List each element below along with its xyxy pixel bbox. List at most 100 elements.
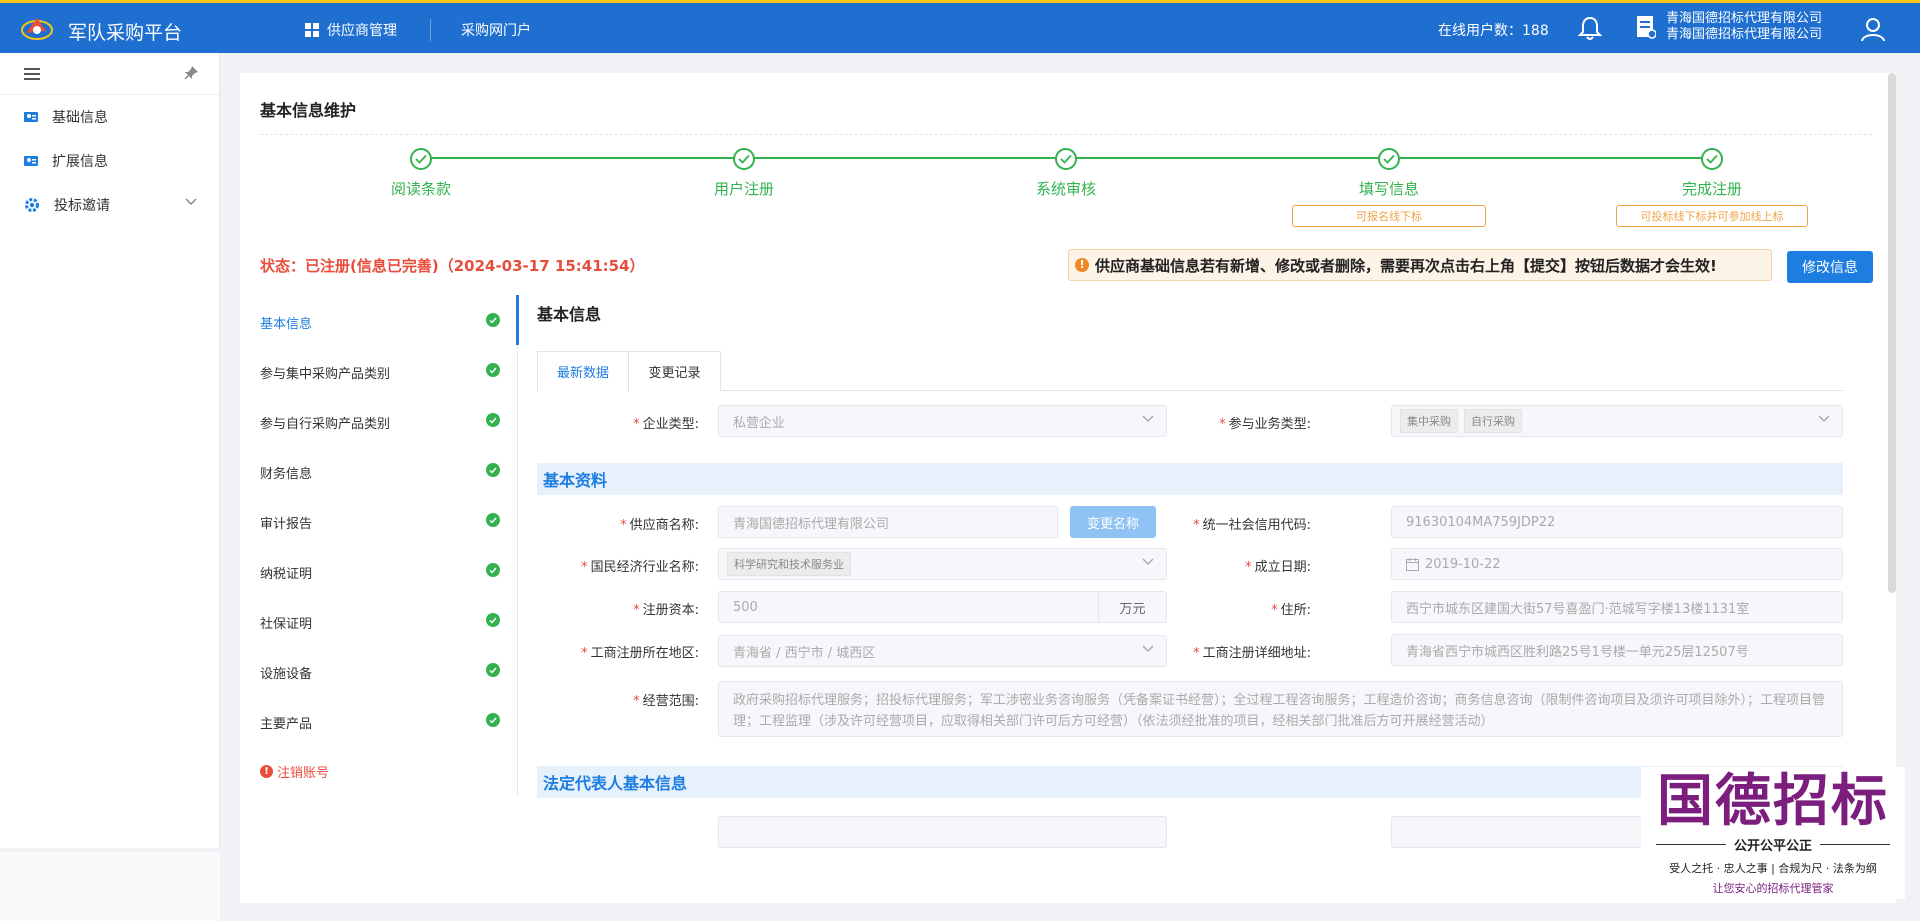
section-item-label: 纳税证明 (260, 567, 313, 582)
company-name-secondary: 青海国德招标代理有限公司 (1666, 27, 1823, 42)
section-item-label: 设施设备 (260, 667, 313, 682)
step-complete-registration: 完成注册 可投标线下标并可参加线上标 (1602, 148, 1822, 227)
company-name-primary: 青海国德招标代理有限公司 (1666, 11, 1823, 26)
scope-textarea[interactable]: 政府采购招标代理服务；招投标代理服务；军工涉密业务咨询服务（凭备案证书经营）；全… (718, 681, 1843, 737)
input-value: 青海省西宁市城西区胜利路25号1号楼一单元25层12507号 (1406, 644, 1749, 660)
step-fill-info: 填写信息 可报名线下标 (1279, 148, 1499, 227)
section-item-facilities[interactable]: 设施设备 (260, 663, 500, 682)
input-value: 西宁市城东区建国大街57号喜盈门·范城写字楼13楼1131室 (1406, 601, 1750, 617)
scope-label: * 经营范围: (633, 694, 699, 709)
cancel-account-link[interactable]: ! 注销账号 (260, 762, 500, 781)
section-item-label: 参与集中采购产品类别 (260, 367, 391, 382)
label-text: 供应商名称: (629, 518, 699, 533)
watermark-motto: 受人之托 · 忠人之事 | 合规为尺 · 法条为纲 (1669, 862, 1877, 875)
section-item-label: 主要产品 (260, 717, 313, 732)
top-navbar: 军队采购平台 供应商管理 采购网门户 在线用户数：188 青海国德招标代理有限公… (0, 0, 1920, 53)
sidebar-item-label: 基础信息 (52, 110, 108, 126)
enterprise-type-label: * 企业类型: (633, 417, 699, 432)
gear-icon (25, 198, 39, 212)
platform-logo (21, 18, 53, 40)
nav-label: 供应商管理 (327, 23, 397, 39)
watermark-logo: 国德招标 公开公平公正 受人之托 · 忠人之事 | 合规为尺 · 法条为纲 让您… (1641, 767, 1905, 899)
label-text: 成立日期: (1254, 560, 1311, 575)
found-date-picker[interactable]: 2019-10-22 (1391, 548, 1843, 580)
credit-code-label: * 统一社会信用代码: (1193, 518, 1311, 533)
user-icon[interactable] (1860, 16, 1886, 42)
select-value: 私营企业 (733, 415, 786, 431)
label-text: 统一社会信用代码: (1202, 518, 1311, 533)
grid-icon (305, 23, 319, 37)
cancel-account-label: 注销账号 (277, 766, 330, 781)
section-item-finance[interactable]: 财务信息 (260, 463, 500, 482)
tag-chip: 科学研究和技术服务业 (727, 552, 851, 576)
active-indicator (516, 295, 519, 345)
rule (1820, 844, 1890, 845)
id-card-icon (24, 156, 38, 166)
sidebar-item-extended-info[interactable]: 扩展信息 (0, 139, 219, 183)
rule (1655, 844, 1726, 845)
label-text: 经营范围: (642, 694, 699, 709)
sidebar-header (0, 53, 219, 95)
step-label: 阅读条款 (390, 180, 451, 198)
scrollbar[interactable] (1888, 73, 1896, 593)
address-label: * 住所: (1271, 603, 1311, 618)
check-icon (733, 148, 755, 170)
section-item-basic-info[interactable]: 基本信息 (260, 313, 500, 332)
menu-toggle-icon[interactable] (24, 68, 40, 80)
section-item-centralized-category[interactable]: 参与集中采购产品类别 (260, 363, 500, 382)
label-text: 注册资本: (642, 603, 699, 618)
step-label: 完成注册 (1681, 180, 1742, 198)
input-value: 91630104MA759JDP22 (1406, 514, 1556, 530)
watermark-name: 国德招标 (1657, 768, 1889, 834)
pin-icon[interactable] (183, 65, 199, 81)
nav-procurement-portal[interactable]: 采购网门户 (461, 20, 531, 40)
form-section-title: 基本信息 (537, 305, 602, 324)
step-tag: 可投标线下标并可参加线上标 (1616, 205, 1808, 227)
platform-title: 军队采购平台 (68, 22, 183, 44)
nav-supplier-management[interactable]: 供应商管理 (305, 20, 397, 40)
step-read-terms: 阅读条款 (311, 148, 531, 199)
supplier-name-input[interactable]: 青海国德招标代理有限公司 (718, 506, 1058, 538)
warning-icon: ! (1075, 258, 1089, 272)
business-type-select[interactable]: 集中采购 自行采购 (1391, 405, 1843, 437)
section-item-main-products[interactable]: 主要产品 (260, 713, 500, 732)
label-text: 工商注册所在地区: (590, 646, 699, 661)
sidebar-item-basic-info[interactable]: 基础信息 (0, 95, 219, 139)
section-item-label: 审计报告 (260, 517, 313, 532)
section-item-label: 基本信息 (260, 317, 313, 332)
section-item-label: 社保证明 (260, 617, 313, 632)
label-text: 住所: (1280, 603, 1311, 618)
tab-latest-data[interactable]: 最新数据 (537, 351, 629, 392)
document-icon (1637, 16, 1656, 39)
bell-icon[interactable] (1578, 16, 1602, 42)
alert-icon: ! (260, 765, 273, 778)
check-circle-icon (486, 463, 500, 477)
section-item-label: 参与自行采购产品类别 (260, 417, 391, 432)
address-input[interactable]: 西宁市城东区建国大街57号喜盈门·范城写字楼13楼1131室 (1391, 591, 1843, 623)
tab-change-log[interactable]: 变更记录 (628, 351, 721, 391)
section-band-basic: 基本资料 (537, 463, 1843, 495)
registration-status: 状态：已注册(信息已完善)（2024-03-17 15:41:54） (260, 257, 645, 275)
step-system-review: 系统审核 (956, 148, 1176, 199)
industry-label: * 国民经济行业名称: (581, 560, 699, 575)
check-icon (1378, 148, 1400, 170)
legal-rep-field[interactable] (718, 816, 1167, 848)
sidebar-item-bid-invitation[interactable]: 投标邀请 (0, 183, 219, 227)
label-text: 国民经济行业名称: (590, 560, 699, 575)
chevron-down-icon (185, 198, 197, 206)
label-text: 工商注册详细地址: (1202, 646, 1311, 661)
company-switcher[interactable]: 青海国德招标代理有限公司 青海国德招标代理有限公司 (1636, 11, 1822, 43)
credit-code-input[interactable]: 91630104MA759JDP22 (1391, 506, 1843, 538)
reg-address-input[interactable]: 青海省西宁市城西区胜利路25号1号楼一单元25层12507号 (1391, 634, 1843, 666)
step-tag: 可报名线下标 (1292, 205, 1486, 227)
capital-label: * 注册资本: (633, 603, 699, 618)
watermark-tagline: 让您安心的招标代理管家 (1712, 882, 1834, 895)
business-type-label: * 参与业务类型: (1219, 417, 1311, 432)
section-item-label: 财务信息 (260, 467, 313, 482)
edit-info-button[interactable]: 修改信息 (1787, 251, 1873, 283)
chevron-down-icon (1818, 415, 1830, 422)
tag-chip: 集中采购 (1400, 409, 1458, 433)
step-label: 用户注册 (713, 180, 774, 198)
check-circle-icon (486, 313, 500, 327)
calendar-icon (1406, 557, 1419, 571)
